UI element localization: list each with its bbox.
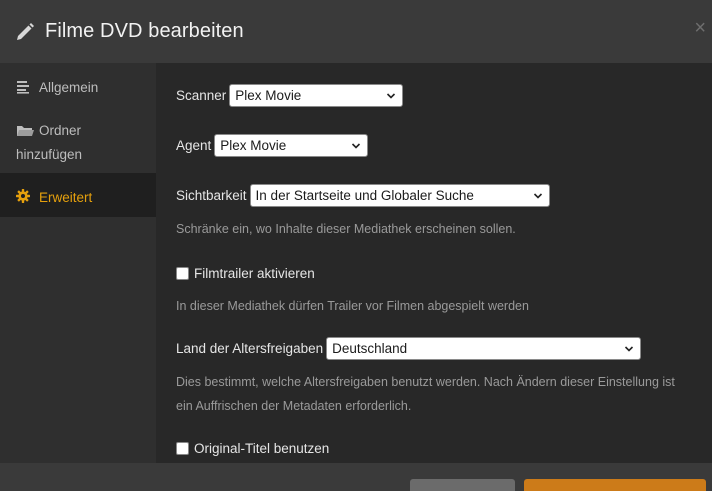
sidebar-item-label: Ordner — [39, 123, 82, 138]
visibility-help-text: Schränke ein, wo Inhalte dieser Mediathe… — [176, 222, 516, 236]
sidebar-item-label: Allgemein — [39, 80, 99, 95]
rating-country-select-value: Deutschland — [332, 341, 408, 356]
rating-country-row: Land der Altersfreigaben Deutschland — [176, 337, 642, 360]
folder-icon — [17, 126, 34, 136]
visibility-label: Sichtbarkeit — [176, 188, 247, 203]
rating-country-label: Land der Altersfreigaben — [176, 341, 324, 356]
scanner-select-value: Plex Movie — [235, 88, 302, 103]
visibility-select[interactable]: In der Startseite und Globaler Suche — [249, 184, 550, 207]
chevron-down-icon — [533, 193, 542, 199]
scanner-select[interactable]: Plex Movie — [229, 84, 404, 107]
close-icon[interactable]: × — [694, 16, 706, 40]
pencil-icon — [17, 23, 34, 40]
rating-country-help-line1: Dies bestimmt, welche Altersfreigaben be… — [176, 375, 675, 389]
trailers-help-text: In dieser Mediathek dürfen Trailer vor F… — [176, 299, 529, 313]
trailers-checkbox-row[interactable]: Filmtrailer aktivieren — [176, 266, 315, 281]
agent-select-value: Plex Movie — [220, 138, 287, 153]
settings-panel: Scanner Plex Movie Agent Plex Movie Sich… — [156, 63, 712, 463]
scanner-label: Scanner — [176, 88, 227, 103]
original-title-checkbox[interactable] — [176, 442, 189, 455]
trailers-checkbox[interactable] — [176, 267, 189, 280]
original-title-checkbox-row[interactable]: Original-Titel benutzen — [176, 441, 329, 456]
visibility-row: Sichtbarkeit In der Startseite und Globa… — [176, 184, 550, 207]
rating-country-select[interactable]: Deutschland — [326, 337, 642, 360]
dialog-title: Filme DVD bearbeiten — [45, 20, 244, 42]
lines-icon — [17, 81, 29, 94]
dialog-header: Filme DVD bearbeiten × — [0, 0, 712, 63]
gear-icon — [16, 189, 30, 203]
scanner-row: Scanner Plex Movie — [176, 84, 404, 107]
save-button[interactable] — [524, 479, 706, 491]
chevron-down-icon — [387, 93, 396, 99]
agent-label: Agent — [176, 138, 212, 153]
sidebar-item-label: hinzufügen — [16, 147, 83, 162]
sidebar-item-advanced[interactable]: Erweitert — [0, 173, 156, 217]
agent-select[interactable]: Plex Movie — [214, 134, 369, 157]
visibility-select-value: In der Startseite und Globaler Suche — [255, 188, 474, 203]
agent-row: Agent Plex Movie — [176, 134, 369, 157]
sidebar-item-label: Erweitert — [39, 190, 93, 205]
cancel-button[interactable] — [410, 479, 515, 491]
original-title-checkbox-label: Original-Titel benutzen — [194, 441, 330, 456]
chevron-down-icon — [625, 346, 634, 352]
chevron-down-icon — [352, 143, 361, 149]
dialog-footer — [0, 463, 712, 491]
sidebar-item-add-folder[interactable]: Ordner hinzufügen — [0, 115, 156, 171]
rating-country-help-line2: ein Auffrischen der Metadaten erforderli… — [176, 399, 412, 413]
sidebar-item-general[interactable]: Allgemein — [0, 71, 156, 103]
trailers-checkbox-label: Filmtrailer aktivieren — [194, 266, 315, 281]
sidebar: Allgemein Ordner hinzufügen Erweitert — [0, 63, 156, 463]
